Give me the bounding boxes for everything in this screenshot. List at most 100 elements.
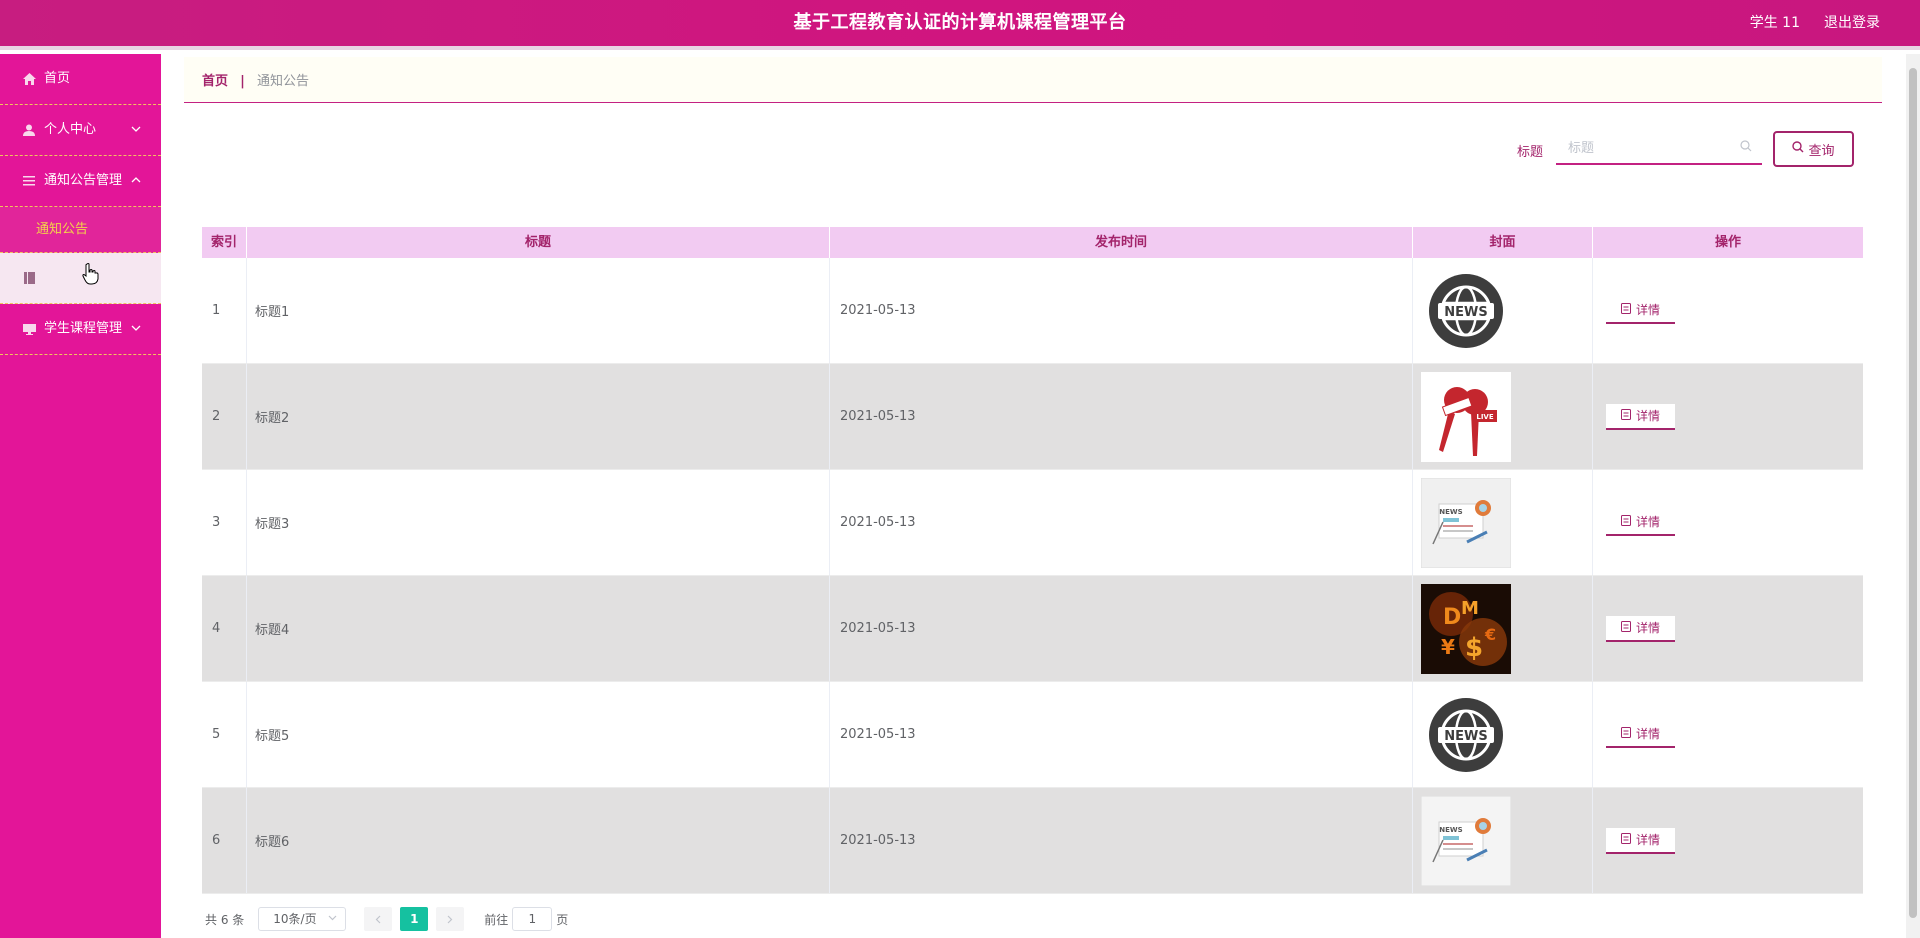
cell-date: 2021-05-13 — [830, 470, 1413, 575]
sidebar-item-label: 通知公告管理 — [44, 173, 123, 188]
cell-title: 标题4 — [247, 576, 830, 681]
book-icon — [22, 253, 36, 303]
goto-label: 前往 — [484, 912, 509, 927]
query-button-label: 查询 — [1808, 143, 1835, 159]
cell-index: 6 — [202, 788, 247, 893]
top-bar: 基于工程教育认证的计算机课程管理平台 学生 11 退出登录 — [0, 0, 1920, 50]
detail-button-label: 详情 — [1635, 727, 1660, 741]
document-icon — [1620, 726, 1631, 741]
detail-button-label: 详情 — [1635, 409, 1660, 423]
chevron-left-icon — [375, 915, 381, 923]
cell-cover: NEWS — [1413, 470, 1593, 575]
cell-title: 标题5 — [247, 682, 830, 787]
cell-action: 详情 — [1593, 470, 1863, 575]
header-index: 索引 — [202, 227, 247, 258]
search-label: 标题 — [1517, 145, 1544, 160]
search-icon — [1740, 140, 1752, 155]
cell-index: 3 — [202, 470, 247, 575]
sidebar: 首页 个人中心 通知公告管理 通知公告 学生课程管理 — [0, 54, 161, 938]
live-microphone-image: LIVE — [1421, 371, 1511, 462]
sidebar-item-label: 个人中心 — [44, 122, 97, 137]
table-row: 1 标题1 2021-05-13 NEWS 详情 — [202, 258, 1863, 364]
table-row: 3 标题3 2021-05-13 NEWS 详情 — [202, 470, 1863, 576]
prev-page-button[interactable] — [364, 907, 393, 931]
table-row: 4 标题4 2021-05-13 D M ¥ $ € 详情 — [202, 576, 1863, 682]
svg-text:D: D — [1443, 605, 1461, 630]
document-icon — [1620, 408, 1631, 423]
svg-text:¥: ¥ — [1441, 635, 1455, 659]
pagination: 共 6 条 10条/页 1 前往 页 — [205, 906, 568, 932]
header-action: 操作 — [1714, 235, 1741, 250]
user-icon — [22, 105, 36, 155]
goto-unit: 页 — [556, 912, 569, 927]
detail-button[interactable]: 详情 — [1606, 615, 1675, 642]
cell-title: 标题1 — [247, 258, 830, 363]
header-date: 发布时间 — [830, 227, 1413, 258]
newspaper-image: NEWS — [1421, 477, 1511, 568]
detail-button-label: 详情 — [1635, 303, 1660, 317]
svg-text:$: $ — [1465, 633, 1483, 663]
svg-text:NEWS: NEWS — [1444, 305, 1487, 320]
monitor-icon — [22, 304, 36, 354]
search-input[interactable] — [1556, 133, 1762, 165]
svg-text:NEWS: NEWS — [1444, 729, 1487, 744]
document-icon — [1620, 620, 1631, 635]
detail-button[interactable]: 详情 — [1606, 297, 1675, 324]
svg-text:€: € — [1484, 625, 1496, 644]
detail-button[interactable]: 详情 — [1606, 509, 1675, 536]
page-size-select[interactable]: 10条/页 — [258, 907, 347, 931]
cell-index: 4 — [202, 576, 247, 681]
sidebar-item-label: 学生课程管理 — [44, 321, 123, 336]
cell-cover: NEWS — [1413, 258, 1593, 363]
home-icon — [22, 54, 36, 104]
chevron-right-icon — [447, 915, 453, 923]
sidebar-item-profile[interactable]: 个人中心 — [0, 105, 161, 156]
table-row: 2 标题2 2021-05-13 LIVE 详情 — [202, 364, 1863, 470]
money-fire-image: D M ¥ $ € — [1421, 583, 1511, 674]
chevron-up-icon — [131, 156, 141, 206]
cell-action: 详情 — [1593, 576, 1863, 681]
hand-cursor-icon — [82, 263, 100, 285]
detail-button-label: 详情 — [1635, 833, 1660, 847]
cell-date: 2021-05-13 — [830, 788, 1413, 893]
detail-button[interactable]: 详情 — [1606, 827, 1675, 854]
app-title: 基于工程教育认证的计算机课程管理平台 — [793, 12, 1127, 33]
current-user: 学生 11 — [1749, 15, 1800, 31]
cell-date: 2021-05-13 — [830, 576, 1413, 681]
vertical-scrollbar[interactable] — [1906, 54, 1920, 938]
cell-index: 5 — [202, 682, 247, 787]
breadcrumb-home[interactable]: 首页 — [202, 74, 228, 89]
document-icon — [1620, 514, 1631, 529]
breadcrumb-current: 通知公告 — [257, 74, 310, 89]
cell-date: 2021-05-13 — [830, 364, 1413, 469]
news-globe-image: NEWS — [1421, 266, 1511, 356]
topbar-shadow — [0, 46, 1920, 50]
cell-title: 标题6 — [247, 788, 830, 893]
svg-text:M: M — [1461, 598, 1479, 619]
sidebar-item-course[interactable] — [0, 253, 161, 304]
query-button[interactable]: 查询 — [1773, 131, 1854, 167]
total-count: 共 6 条 — [205, 912, 245, 927]
detail-button-label: 详情 — [1635, 515, 1660, 529]
sidebar-subitem-notice[interactable]: 通知公告 — [0, 207, 161, 253]
cell-cover: NEWS — [1413, 682, 1593, 787]
notice-table: 索引 标题 发布时间 封面 操作 1 标题1 2021-05-13 NEWS 详… — [202, 227, 1863, 894]
sidebar-item-notice-management[interactable]: 通知公告管理 — [0, 156, 161, 207]
detail-button[interactable]: 详情 — [1606, 403, 1675, 430]
table-header: 索引 标题 发布时间 封面 操作 — [202, 227, 1863, 258]
detail-button-label: 详情 — [1635, 621, 1660, 635]
document-icon — [1620, 832, 1631, 847]
newspaper-image: NEWS — [1421, 795, 1511, 886]
logout-link[interactable]: 退出登录 — [1824, 0, 1880, 46]
sidebar-item-home[interactable]: 首页 — [0, 54, 161, 105]
menu-icon — [22, 156, 36, 206]
svg-text:LIVE: LIVE — [1476, 413, 1493, 421]
detail-button[interactable]: 详情 — [1606, 721, 1675, 748]
cell-cover: LIVE — [1413, 364, 1593, 469]
page-number-current[interactable]: 1 — [400, 907, 429, 931]
scrollbar-thumb[interactable] — [1909, 68, 1917, 918]
svg-text:NEWS: NEWS — [1439, 508, 1462, 516]
next-page-button[interactable] — [436, 907, 465, 931]
sidebar-item-student-course[interactable]: 学生课程管理 — [0, 304, 161, 355]
goto-page-input[interactable] — [512, 907, 553, 931]
